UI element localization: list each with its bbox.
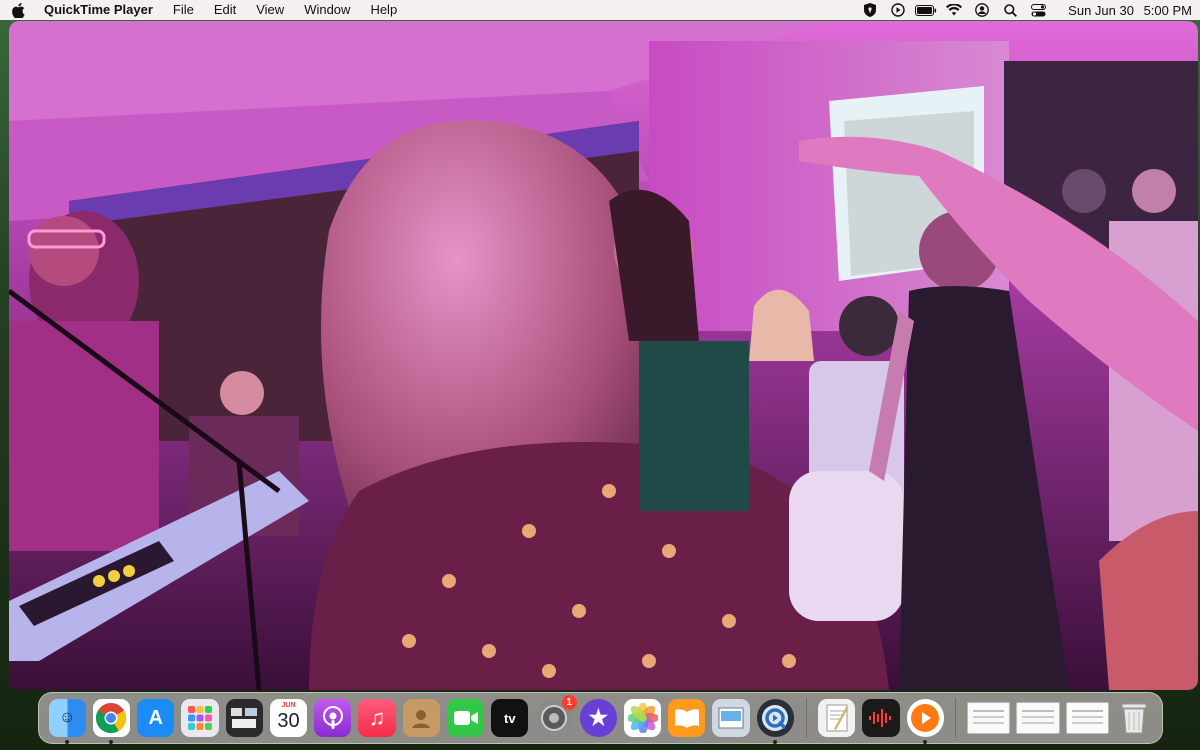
preview-icon [718, 707, 744, 729]
window-thumbnail-1[interactable] [967, 702, 1011, 734]
infuse-icon [911, 704, 940, 732]
photos-icon [627, 703, 658, 733]
podcasts-icon [322, 706, 343, 729]
dock-preview[interactable] [712, 699, 750, 737]
dock-textedit[interactable] [818, 699, 856, 737]
contacts-icon [412, 710, 431, 728]
dock-mission-control[interactable] [225, 699, 263, 737]
dock-quicktime[interactable] [756, 699, 795, 744]
dock-voice-memos[interactable] [862, 699, 900, 737]
quicktime-icon [762, 705, 789, 731]
dock-launchpad[interactable] [181, 699, 219, 737]
apple-menu-icon[interactable] [0, 2, 36, 18]
finder-icon: ☺ [58, 709, 76, 726]
dock-trash[interactable] [1115, 699, 1152, 737]
dock-system-settings[interactable]: 1 [535, 695, 577, 737]
window-thumbnail-2[interactable] [1016, 702, 1060, 734]
menu-bar-clock[interactable]: Sun Jun 30 5:00 PM [1052, 3, 1192, 18]
dock-calendar[interactable]: JUN 30 [269, 699, 308, 737]
user-icon[interactable] [968, 0, 996, 20]
search-icon[interactable] [996, 0, 1024, 20]
trash-icon [1121, 703, 1147, 734]
facetime-icon [453, 711, 478, 725]
window-menu[interactable]: Window [294, 0, 360, 20]
window-thumbnail-3[interactable] [1065, 702, 1109, 734]
books-icon [674, 709, 699, 728]
launchpad-icon [187, 706, 212, 730]
video-frame [9, 21, 1198, 690]
app-menu[interactable]: QuickTime Player [36, 0, 163, 20]
apple-tv-icon: tv [504, 710, 516, 726]
dock-books[interactable] [668, 699, 706, 737]
edit-menu[interactable]: Edit [204, 0, 246, 20]
dock-infuse[interactable] [906, 699, 944, 744]
clock-date: Sun Jun 30 [1068, 2, 1134, 18]
dock-separator-2 [955, 698, 957, 738]
voice-memos-icon [868, 709, 891, 727]
dock-app-store[interactable]: A [137, 699, 175, 737]
settings-badge: 1 [561, 695, 577, 710]
dock-apple-tv[interactable]: tv [491, 699, 529, 737]
video-player-window[interactable] [9, 21, 1198, 690]
battery-icon[interactable] [912, 0, 940, 20]
imovie-icon: ★ [588, 705, 609, 730]
help-menu[interactable]: Help [360, 0, 407, 20]
dock-chrome[interactable] [92, 699, 131, 744]
chrome-icon [96, 703, 127, 734]
view-menu[interactable]: View [246, 0, 294, 20]
file-menu[interactable]: File [163, 0, 204, 20]
vpn-shield-icon[interactable] [856, 0, 884, 20]
dock: ☺ A JUN 30 ♫ tv 1 ★ [38, 692, 1163, 744]
calendar-day: 30 [277, 710, 300, 732]
music-icon: ♫ [368, 705, 386, 730]
dock-contacts[interactable] [402, 699, 440, 737]
dock-podcasts[interactable] [314, 699, 352, 737]
play-circle-icon[interactable] [884, 0, 912, 20]
dock-imovie[interactable]: ★ [579, 699, 617, 737]
dock-music[interactable]: ♫ [358, 699, 396, 737]
dock-finder[interactable]: ☺ [48, 699, 86, 744]
mission-control-icon [231, 708, 258, 728]
dock-photos[interactable] [623, 699, 662, 737]
textedit-icon [826, 704, 848, 732]
calendar-month: JUN [281, 702, 296, 709]
clock-time: 5:00 PM [1143, 2, 1192, 18]
app-store-icon: A [148, 706, 163, 729]
dock-separator [805, 698, 807, 738]
control-center-icon[interactable] [1024, 0, 1052, 20]
menu-bar: QuickTime Player File Edit View Window H… [0, 0, 1200, 20]
wifi-icon[interactable] [940, 0, 968, 20]
dock-facetime[interactable] [446, 699, 485, 737]
